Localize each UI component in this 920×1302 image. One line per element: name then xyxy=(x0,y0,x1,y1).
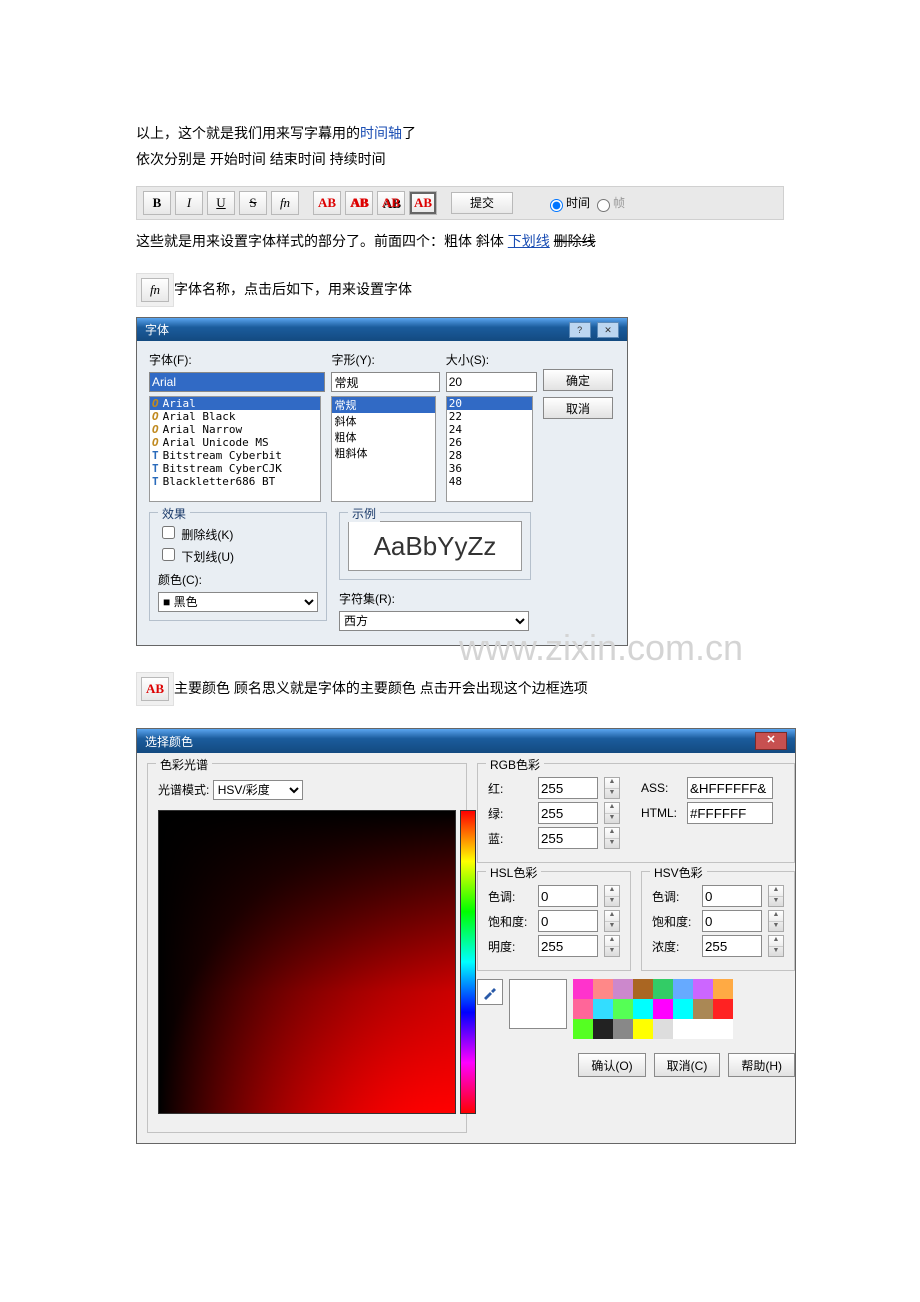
font-label: 字体(F): xyxy=(149,351,319,368)
style-input[interactable] xyxy=(331,372,439,392)
strikethrough-button[interactable]: S xyxy=(239,191,267,215)
submit-button[interactable]: 提交 xyxy=(451,192,513,214)
time-radio[interactable]: 时间 xyxy=(545,194,590,212)
fontname-explain: 字体名称，点击后如下，用来设置字体 xyxy=(174,281,412,297)
underline-checkbox[interactable]: 下划线(U) xyxy=(158,550,234,564)
sample-title: 示例 xyxy=(348,505,380,522)
font-dialog: 字体 ? ✕ 字体(F): OArial OArial Black OArial… xyxy=(136,317,628,646)
style-toolbar: B I U S fn AB AB AB AB 提交 时间 帧 xyxy=(136,186,784,220)
hsl-h-input[interactable] xyxy=(538,885,598,907)
spectrum-area[interactable] xyxy=(158,810,456,1114)
ok-button[interactable]: 确认(O) xyxy=(578,1053,645,1077)
hsv-h-input[interactable] xyxy=(702,885,762,907)
frame-radio[interactable]: 帧 xyxy=(592,194,625,212)
style-explain: 这些就是用来设置字体样式的部分了。前面四个：粗体 斜体 下划线 删除线 xyxy=(136,230,784,254)
ok-button[interactable]: 确定 xyxy=(543,369,613,391)
underline-button[interactable]: U xyxy=(207,191,235,215)
mode-label: 光谱模式: xyxy=(158,783,209,797)
size-input[interactable] xyxy=(446,372,537,392)
ass-input[interactable] xyxy=(687,777,773,799)
b-input[interactable] xyxy=(538,827,598,849)
spectrum-title: 色彩光谱 xyxy=(156,756,212,773)
g-input[interactable] xyxy=(538,802,598,824)
strike-word: 删除线 xyxy=(554,233,596,249)
close-icon[interactable]: ✕ xyxy=(597,322,619,338)
bold-button[interactable]: B xyxy=(143,191,171,215)
color-label: 颜色(C): xyxy=(158,571,318,588)
window-buttons: ? ✕ xyxy=(566,322,619,338)
font-input[interactable] xyxy=(149,372,325,392)
palette[interactable] xyxy=(573,979,733,1039)
primary-color-explain: 主要颜色 顾名思义就是字体的主要颜色 点击开会出现这个边框选项 xyxy=(174,680,588,696)
hsv-v-input[interactable] xyxy=(702,935,762,957)
intro-line-2: 依次分别是 开始时间 结束时间 持续时间 xyxy=(136,148,784,172)
outline-color-button[interactable]: AB xyxy=(377,191,405,215)
fontname-button[interactable]: fn xyxy=(271,191,299,215)
spectrum-mode-select[interactable]: HSV/彩度 xyxy=(213,780,303,800)
size-list[interactable]: 20 22 24 26 28 36 48 xyxy=(446,396,533,502)
spinner-icon: ▲▼ xyxy=(604,777,620,799)
current-color-swatch xyxy=(509,979,567,1029)
ab-fragment: AB xyxy=(136,672,174,706)
secondary-color-button[interactable]: AB xyxy=(345,191,373,215)
size-label: 大小(S): xyxy=(446,351,531,368)
font-list[interactable]: OArial OArial Black OArial Narrow OArial… xyxy=(149,396,321,502)
cancel-button[interactable]: 取消(C) xyxy=(654,1053,721,1077)
fontname-button-icon[interactable]: fn xyxy=(141,278,169,302)
primary-color-button[interactable]: AB xyxy=(313,191,341,215)
color-dialog-title: 选择颜色 xyxy=(145,733,193,750)
intro-line-1: 以上，这个就是我们用来写字幕用的时间轴了 xyxy=(136,122,784,146)
style-label: 字形(Y): xyxy=(331,351,433,368)
effects-title: 效果 xyxy=(158,505,190,522)
strike-checkbox[interactable]: 删除线(K) xyxy=(158,528,233,542)
help-icon[interactable]: ? xyxy=(569,322,591,338)
primary-color-button-icon[interactable]: AB xyxy=(141,677,169,701)
html-input[interactable] xyxy=(687,802,773,824)
rgb-title: RGB色彩 xyxy=(486,756,544,773)
timeline-link[interactable]: 时间轴 xyxy=(360,125,402,141)
hue-bar[interactable] xyxy=(460,810,476,1114)
hsv-title: HSV色彩 xyxy=(650,864,707,881)
color-select[interactable]: ■ 黑色 xyxy=(158,592,318,612)
help-button[interactable]: 帮助(H) xyxy=(728,1053,795,1077)
underline-word: 下划线 xyxy=(508,233,550,249)
hsl-s-input[interactable] xyxy=(538,910,598,932)
style-list[interactable]: 常规 斜体 粗体 粗斜体 xyxy=(331,396,435,502)
charset-select[interactable]: 西方 xyxy=(339,611,529,631)
fn-fragment: fn xyxy=(136,273,174,307)
charset-label: 字符集(R): xyxy=(339,590,531,607)
close-icon[interactable]: ✕ xyxy=(755,732,787,750)
eyedropper-icon[interactable] xyxy=(477,979,503,1005)
shadow-color-button[interactable]: AB xyxy=(409,191,437,215)
cancel-button[interactable]: 取消 xyxy=(543,397,613,419)
italic-button[interactable]: I xyxy=(175,191,203,215)
hsv-s-input[interactable] xyxy=(702,910,762,932)
r-input[interactable] xyxy=(538,777,598,799)
sample-preview: AaBbYyZz xyxy=(348,521,522,571)
hsl-l-input[interactable] xyxy=(538,935,598,957)
font-dialog-title: 字体 xyxy=(145,321,169,338)
hsl-title: HSL色彩 xyxy=(486,864,541,881)
color-dialog: 选择颜色 ✕ 色彩光谱 光谱模式: HSV/彩度 xyxy=(136,728,796,1144)
